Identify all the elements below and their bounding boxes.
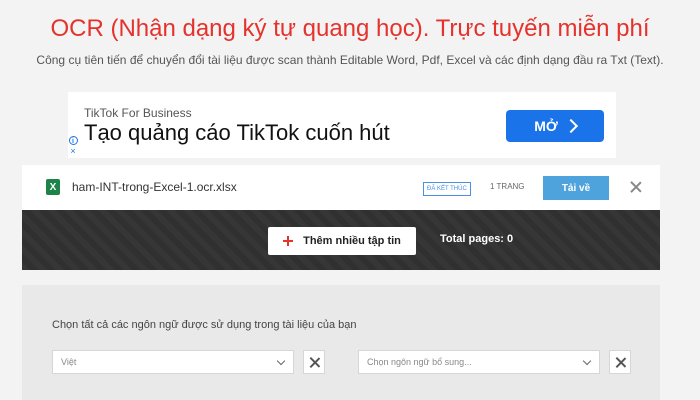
ad-open-label: MỞ — [534, 118, 558, 134]
add-files-button[interactable]: Thêm nhiều tập tin — [268, 227, 416, 255]
ad-headline[interactable]: Tạo quảng cáo TikTok cuốn hút — [84, 120, 390, 146]
download-button[interactable]: Tải về — [543, 176, 609, 200]
plus-icon — [283, 236, 294, 246]
language-panel: Chọn tất cả các ngôn ngữ được sử dụng tr… — [22, 285, 660, 400]
primary-language-value: Việt — [61, 357, 77, 367]
info-icon[interactable]: i — [68, 136, 78, 145]
secondary-language-select[interactable]: Chọn ngôn ngữ bổ sung... — [358, 350, 600, 374]
close-icon[interactable] — [628, 179, 644, 195]
ad-open-button[interactable]: MỞ — [506, 110, 604, 142]
chevron-right-icon — [563, 118, 578, 134]
chevron-down-icon — [276, 356, 286, 366]
clear-primary-language-button[interactable] — [303, 350, 325, 374]
page-count: 1 TRANG — [490, 182, 525, 191]
close-icon[interactable]: × — [69, 147, 78, 156]
file-row: X ham-INT-trong-Excel-1.ocr.xlsx ĐÃ KẾT … — [22, 165, 660, 210]
secondary-language-placeholder: Chọn ngôn ngữ bổ sung... — [367, 357, 472, 367]
ad-brand: TikTok For Business — [84, 106, 192, 120]
clear-secondary-language-button[interactable] — [609, 350, 631, 374]
ad-banner[interactable]: TikTok For Business Tạo quảng cáo TikTok… — [68, 92, 616, 158]
status-badge: ĐÃ KẾT THÚC — [423, 182, 471, 196]
primary-language-select[interactable]: Việt — [52, 350, 294, 374]
file-name: ham-INT-trong-Excel-1.ocr.xlsx — [72, 180, 237, 194]
page-title: OCR (Nhận dạng ký tự quang học). Trực tu… — [50, 15, 650, 42]
chevron-down-icon — [582, 356, 592, 366]
page-subtitle: Công cụ tiên tiến để chuyển đổi tài liệu… — [36, 53, 664, 67]
upload-toolbar: Thêm nhiều tập tin Total pages: 0 — [22, 210, 660, 270]
language-prompt: Chọn tất cả các ngôn ngữ được sử dụng tr… — [52, 319, 357, 331]
total-pages: Total pages: 0 — [440, 233, 514, 245]
add-files-label: Thêm nhiều tập tin — [303, 235, 401, 247]
excel-file-icon: X — [46, 179, 60, 195]
ad-choices[interactable]: i × — [68, 136, 78, 158]
